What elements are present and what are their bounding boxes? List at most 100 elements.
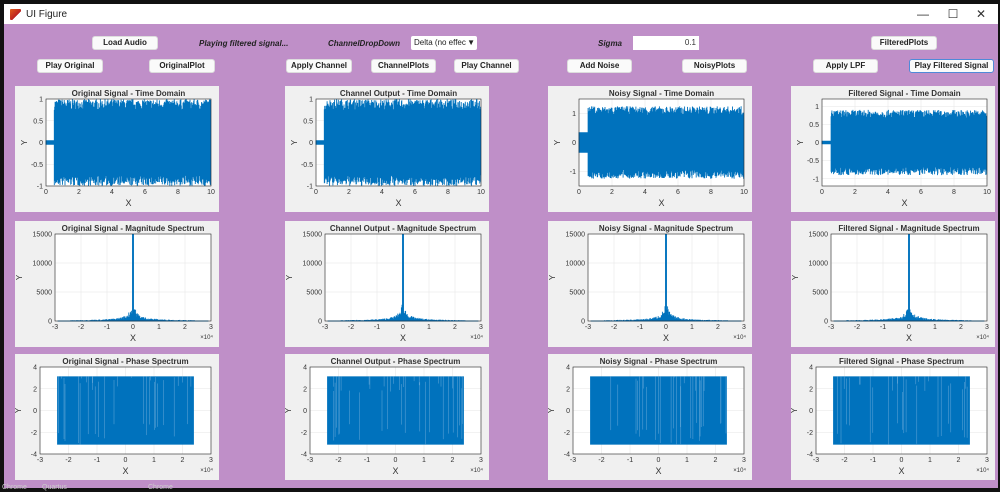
y-tick-label: 4 — [566, 365, 570, 372]
plot-filt-phase[interactable]: -3 -2 -1 0 1 2 3 -4 -2 0 2 4 Filtered Signal - Phase… — [791, 354, 995, 480]
x-tick-label: 4 — [886, 189, 890, 196]
x-tick-label: -1 — [374, 324, 380, 331]
y-tick-label: 10000 — [809, 261, 829, 268]
chevron-down-icon: ▼ — [467, 38, 475, 47]
x-tick-label: 2 — [181, 457, 185, 464]
y-tick-label: 2 — [303, 386, 307, 393]
x-tick-label: 1 — [157, 324, 161, 331]
x-tick-label: 3 — [479, 324, 483, 331]
sigma-input[interactable]: 0.1 — [633, 36, 699, 50]
x-tick-label: -1 — [104, 324, 110, 331]
y-tick-label: 15000 — [303, 232, 323, 239]
x-tick-label: 0 — [401, 324, 405, 331]
y-tick-label: 0 — [809, 408, 813, 415]
x-tick-label: -2 — [78, 324, 84, 331]
y-tick-label: -1 — [570, 169, 576, 176]
x-tick-label: 0 — [820, 189, 824, 196]
y-tick-label: 0 — [581, 319, 585, 326]
x-tick-label: 2 — [853, 189, 857, 196]
y-tick-label: -4 — [301, 452, 307, 459]
play-original-button[interactable]: Play Original — [37, 59, 103, 73]
y-tick-label: 15000 — [33, 232, 53, 239]
x-tick-label: 2 — [714, 457, 718, 464]
plot-chan-mag[interactable]: -3 -2 -1 0 1 2 3 0 5000 10000 15000 Channel Output … — [285, 221, 489, 347]
x-tick-label: 10 — [207, 189, 215, 196]
add-noise-button[interactable]: Add Noise — [567, 59, 632, 73]
plot-chan-time[interactable]: 0 2 4 6 8 10 -1 -0.5 0 0.5 1 Channel Output - Time … — [285, 86, 489, 212]
channel-dropdown-label: ChannelDropDown — [328, 39, 400, 48]
x-tick-label: -3 — [828, 324, 834, 331]
x-tick-label: 6 — [919, 189, 923, 196]
load-audio-button[interactable]: Load Audio — [92, 36, 158, 50]
channel-plots-button[interactable]: ChannelPlots — [371, 59, 436, 73]
plot-orig-time[interactable]: 0 2 4 6 8 10 -1 -0.5 0 0.5 1 Original Signal - Time… — [15, 86, 219, 212]
channel-dropdown-value: Delta (no effec — [414, 38, 466, 47]
play-channel-button[interactable]: Play Channel — [454, 59, 519, 73]
chart-title: Original Signal - Magnitude Spectrum — [62, 224, 205, 233]
y-axis-label: Y — [548, 274, 557, 280]
x-tick-label: 8 — [952, 189, 956, 196]
plot-filt-mag[interactable]: -3 -2 -1 0 1 2 3 0 5000 10000 15000 Filtered Signal… — [791, 221, 995, 347]
x-tick-label: 0 — [577, 189, 581, 196]
phase-trace-fill — [833, 376, 970, 445]
minimize-button[interactable]: — — [908, 6, 938, 22]
taskbar-item[interactable]: Chrome — [148, 484, 173, 491]
original-plot-button[interactable]: OriginalPlot — [149, 59, 215, 73]
x-tick-label: 0 — [314, 189, 318, 196]
x-tick-label: 2 — [957, 457, 961, 464]
y-tick-label: 1 — [309, 97, 313, 104]
taskbar-item[interactable]: Chrome — [2, 484, 27, 491]
x-tick-label: -2 — [611, 324, 617, 331]
signal-trace — [821, 109, 988, 176]
y-tick-label: 1 — [572, 111, 576, 118]
x-tick-label: 4 — [110, 189, 114, 196]
plot-filt-time[interactable]: 0 2 4 6 8 10 -1 -0.5 0 0.5 1 Filtered Signal - Time… — [791, 86, 995, 212]
channel-dropdown[interactable]: Delta (no effec ▼ — [411, 36, 477, 50]
plot-noisy-time[interactable]: 0 2 4 6 8 10 -1 0 1 Noisy Signal - Time Domain X Y — [548, 86, 752, 212]
chart-title: Filtered Signal - Phase Spectrum — [839, 357, 964, 366]
x-tick-label: -1 — [364, 457, 370, 464]
plot-orig-mag[interactable]: -3 -2 -1 0 1 2 3 0 5000 10000 15000 Original Signal… — [15, 221, 219, 347]
y-tick-label: -0.5 — [301, 162, 313, 169]
x-tick-label: -1 — [870, 457, 876, 464]
chart-title: Channel Output - Time Domain — [340, 89, 457, 98]
y-tick-label: 0 — [824, 319, 828, 326]
x-exponent-label: ×10⁴ — [733, 467, 746, 474]
y-tick-label: 5000 — [812, 290, 828, 297]
plot-noisy-mag[interactable]: -3 -2 -1 0 1 2 3 0 5000 10000 15000 Noisy Signal - … — [548, 221, 752, 347]
y-tick-label: -2 — [807, 430, 813, 437]
apply-lpf-button[interactable]: Apply LPF — [813, 59, 878, 73]
x-tick-label: 0 — [124, 457, 128, 464]
noisy-plots-button[interactable]: NoisyPlots — [682, 59, 747, 73]
y-tick-label: 0 — [318, 319, 322, 326]
x-tick-label: 3 — [742, 457, 746, 464]
chart-title: Channel Output - Phase Spectrum — [331, 357, 461, 366]
x-axis-label: X — [392, 466, 398, 476]
y-tick-label: -1 — [37, 184, 43, 191]
apply-channel-button[interactable]: Apply Channel — [286, 59, 352, 73]
y-tick-label: 0.5 — [33, 118, 43, 125]
taskbar-item[interactable]: Quartus — [42, 484, 67, 491]
x-tick-label: 3 — [209, 457, 213, 464]
x-tick-label: -2 — [854, 324, 860, 331]
x-tick-label: -1 — [94, 457, 100, 464]
x-tick-label: 1 — [933, 324, 937, 331]
plot-noisy-phase[interactable]: -3 -2 -1 0 1 2 3 -4 -2 0 2 4 Noisy Signal - Phase Sp… — [548, 354, 752, 480]
play-filtered-signal-button[interactable]: Play Filtered Signal — [909, 59, 994, 73]
y-tick-label: 10000 — [303, 261, 323, 268]
signal-trace — [578, 106, 745, 179]
x-tick-label: 1 — [422, 457, 426, 464]
plot-orig-phase[interactable]: -3 -2 -1 0 1 2 3 -4 -2 0 2 4 Original Signal - Phase… — [15, 354, 219, 480]
filtered-plots-button[interactable]: FilteredPlots — [871, 36, 937, 50]
y-tick-label: 0 — [39, 140, 43, 147]
x-tick-label: 10 — [477, 189, 485, 196]
close-button[interactable]: ✕ — [966, 6, 996, 22]
maximize-button[interactable]: ☐ — [938, 6, 968, 22]
plot-chan-phase[interactable]: -3 -2 -1 0 1 2 3 -4 -2 0 2 4 Channel Output - Phase … — [285, 354, 489, 480]
y-tick-label: 2 — [566, 386, 570, 393]
y-tick-label: 5000 — [569, 290, 585, 297]
x-tick-label: 3 — [985, 457, 989, 464]
y-tick-label: 0 — [33, 408, 37, 415]
x-tick-label: 0 — [394, 457, 398, 464]
x-tick-label: 2 — [959, 324, 963, 331]
